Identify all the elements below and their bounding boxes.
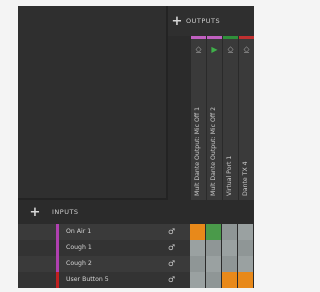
- microphone-icon: ♂: [168, 275, 176, 284]
- headphones-icon: ⎐: [195, 45, 202, 54]
- add-input-plus-icon[interactable]: +: [18, 206, 52, 219]
- output-column[interactable]: ⎐ Virtual Port 1: [222, 36, 238, 200]
- crosspoint-off[interactable]: [238, 240, 253, 256]
- crosspoint-off[interactable]: [206, 256, 221, 272]
- input-color-bar: [56, 256, 59, 272]
- add-output-plus-icon[interactable]: +: [168, 15, 186, 28]
- crosspoint-off[interactable]: [238, 224, 253, 240]
- input-row[interactable]: User Button 5 ♂: [18, 272, 190, 288]
- input-row[interactable]: On Air 1 ♂: [18, 224, 190, 240]
- output-color-bar: [239, 36, 254, 39]
- headphones-icon: ⎐: [243, 45, 250, 54]
- microphone-icon: ♂: [168, 243, 176, 252]
- crosspoint-off[interactable]: [190, 272, 205, 288]
- crosspoint-off[interactable]: [238, 256, 253, 272]
- crosspoint-off[interactable]: [206, 240, 221, 256]
- output-label: Virtual Port 1: [226, 155, 233, 196]
- routing-matrix: + OUTPUTS ⎐ Mult Dante Output: Mic Off 1 ▶…: [18, 6, 254, 288]
- crosspoint-off[interactable]: [222, 256, 237, 272]
- output-color-bar: [191, 36, 206, 39]
- output-label: Dante TX 4: [242, 161, 249, 196]
- matrix-corner: [18, 6, 166, 198]
- headphones-icon: ⎐: [227, 45, 234, 54]
- crosspoint-off[interactable]: [190, 240, 205, 256]
- input-label: Cough 1: [66, 244, 92, 251]
- output-column[interactable]: ⎐ Mult Dante Output: Mic Off 1: [190, 36, 206, 200]
- speaker-icon: ▶: [211, 45, 218, 54]
- output-columns: ⎐ Mult Dante Output: Mic Off 1 ▶ Mult Dante…: [190, 36, 254, 200]
- input-color-bar: [56, 272, 59, 288]
- output-color-bar: [207, 36, 222, 39]
- input-color-bar: [56, 224, 59, 240]
- input-label: Cough 2: [66, 260, 92, 267]
- output-label: Mult Dante Output: Mic Off 1: [194, 106, 201, 196]
- crosspoint-on[interactable]: [222, 272, 237, 288]
- crosspoint-off[interactable]: [222, 224, 237, 240]
- input-row[interactable]: Cough 2 ♂: [18, 256, 190, 272]
- output-column[interactable]: ▶ Mult Dante Output: Mic Off 2: [206, 36, 222, 200]
- outputs-header: + OUTPUTS: [168, 6, 254, 36]
- microphone-icon: ♂: [168, 227, 176, 236]
- crosspoint-off[interactable]: [206, 272, 221, 288]
- output-column[interactable]: ⎐ Dante TX 4: [238, 36, 254, 200]
- input-label: User Button 5: [66, 276, 109, 283]
- input-row[interactable]: Cough 1 ♂: [18, 240, 190, 256]
- crosspoint-on[interactable]: [190, 224, 205, 240]
- output-color-bar: [223, 36, 238, 39]
- crosspoint-on[interactable]: [206, 224, 221, 240]
- crosspoint-on[interactable]: [238, 272, 253, 288]
- inputs-title: INPUTS: [52, 208, 79, 216]
- microphone-icon: ♂: [168, 259, 176, 268]
- crosspoint-off[interactable]: [222, 240, 237, 256]
- input-label: On Air 1: [66, 228, 92, 235]
- crosspoint-off[interactable]: [190, 256, 205, 272]
- outputs-title: OUTPUTS: [186, 17, 221, 25]
- output-label: Mult Dante Output: Mic Off 2: [210, 106, 217, 196]
- inputs-header: + INPUTS: [18, 200, 254, 224]
- input-color-bar: [56, 240, 59, 256]
